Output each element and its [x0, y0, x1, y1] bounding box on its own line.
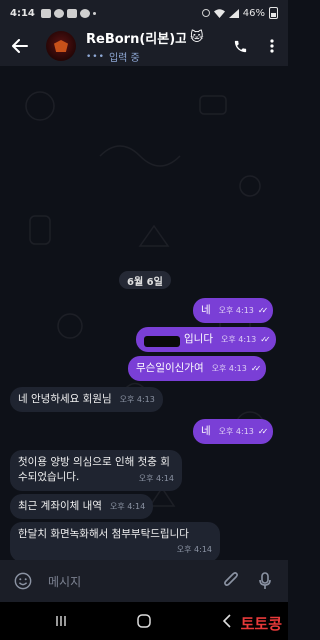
- outgoing-message[interactable]: 네 오후 4:13 ✓✓: [193, 419, 274, 444]
- redacted-block: [144, 336, 180, 347]
- message-text: 네 안녕하세요 회원님: [18, 393, 112, 405]
- emoji-button[interactable]: [10, 568, 36, 594]
- chat-header: ReBorn(리본)고 🐱 ••• 입력 중: [0, 26, 288, 66]
- message-text: 입니다: [184, 333, 213, 345]
- notification-icons: [40, 8, 96, 18]
- status-time: 4:14: [10, 7, 35, 19]
- message-text: 네: [201, 425, 211, 437]
- watermark-text: 토토콩: [240, 615, 282, 633]
- message-time: 오후 4:14: [138, 474, 174, 483]
- chevron-left-icon: [222, 614, 231, 628]
- notification-icon: [53, 8, 64, 18]
- more-menu-button[interactable]: [256, 26, 288, 66]
- message-time: 오후 4:13: [218, 306, 254, 315]
- alarm-icon: [201, 9, 210, 17]
- signal-icon: [228, 8, 239, 18]
- date-separator: 6월 6일: [119, 271, 171, 289]
- more-notifications-icon: [92, 11, 96, 15]
- message-text: 무슨일이신가여: [136, 362, 204, 374]
- status-bar: 4:14 46%: [0, 0, 288, 26]
- cat-emoji-icon: 🐱: [190, 30, 204, 45]
- chat-title: ReBorn(리본)고: [86, 32, 186, 47]
- message-text: 네: [201, 304, 211, 316]
- read-check-icon: ✓✓: [250, 364, 262, 373]
- typing-dots-icon: •••: [86, 51, 105, 62]
- notification-icon: [40, 8, 51, 18]
- typing-status: 입력 중: [108, 53, 140, 64]
- recent-apps-button[interactable]: [41, 606, 81, 636]
- home-icon: [137, 614, 151, 628]
- message-input[interactable]: 메시지: [48, 573, 218, 590]
- read-check-icon: ✓✓: [257, 427, 269, 436]
- attach-button[interactable]: [218, 568, 244, 594]
- call-button[interactable]: [224, 26, 256, 66]
- typing-indicator: ••• 입력 중: [86, 49, 204, 65]
- incoming-message[interactable]: 최근 계좌이체 내역 오후 4:14: [10, 494, 154, 519]
- wifi-icon: [213, 8, 225, 18]
- message-time: 오후 4:13: [119, 395, 155, 404]
- message-time: 오후 4:14: [109, 502, 146, 511]
- home-button[interactable]: [124, 606, 164, 636]
- outgoing-message[interactable]: 무슨일이신가여 오후 4:13 ✓✓: [128, 356, 267, 381]
- incoming-message[interactable]: 한달치 화면녹화해서 첨부부탁드립니다 오후 4:14: [10, 522, 220, 560]
- phone-icon: [234, 40, 246, 52]
- paperclip-icon: [224, 572, 238, 586]
- message-composer: 메시지: [0, 560, 288, 602]
- message-time: 오후 4:13: [220, 335, 257, 344]
- notification-icon: [79, 8, 90, 18]
- message-text: 최근 계좌이체 내역: [18, 500, 102, 512]
- message-time: 오후 4:14: [176, 545, 212, 554]
- more-vertical-icon: [270, 39, 274, 53]
- avatar[interactable]: [46, 31, 76, 61]
- battery-icon: [269, 7, 278, 19]
- message-time: 오후 4:13: [218, 427, 254, 436]
- incoming-message[interactable]: 첫이용 양방 의심으로 인해 첫충 회수되었습니다. 오후 4:14: [10, 450, 182, 491]
- read-check-icon: ✓✓: [257, 306, 269, 315]
- chat-messages-area[interactable]: 6월 6일 네 오후 4:13 ✓✓ 입니다 오후 4:13 ✓✓ 무슨일이신가여 …: [0, 66, 288, 560]
- back-button[interactable]: [0, 26, 40, 66]
- message-text: 한달치 화면녹화해서 첨부부탁드립니다: [18, 528, 189, 540]
- outgoing-message[interactable]: 네 오후 4:13 ✓✓: [193, 298, 274, 323]
- voice-record-button[interactable]: [252, 568, 278, 594]
- notification-icon: [66, 8, 77, 18]
- microphone-icon: [259, 572, 271, 589]
- message-time: 오후 4:13: [211, 364, 247, 373]
- arrow-left-icon: [12, 39, 28, 53]
- battery-percent: 46%: [242, 7, 265, 19]
- incoming-message[interactable]: 네 안녕하세요 회원님 오후 4:13: [10, 387, 163, 412]
- chat-title-block[interactable]: ReBorn(리본)고 🐱 ••• 입력 중: [86, 28, 204, 64]
- smiley-icon: [14, 572, 32, 590]
- recent-apps-icon: [56, 616, 67, 626]
- outgoing-message[interactable]: 입니다 오후 4:13 ✓✓: [136, 327, 276, 352]
- read-check-icon: ✓✓: [260, 335, 271, 344]
